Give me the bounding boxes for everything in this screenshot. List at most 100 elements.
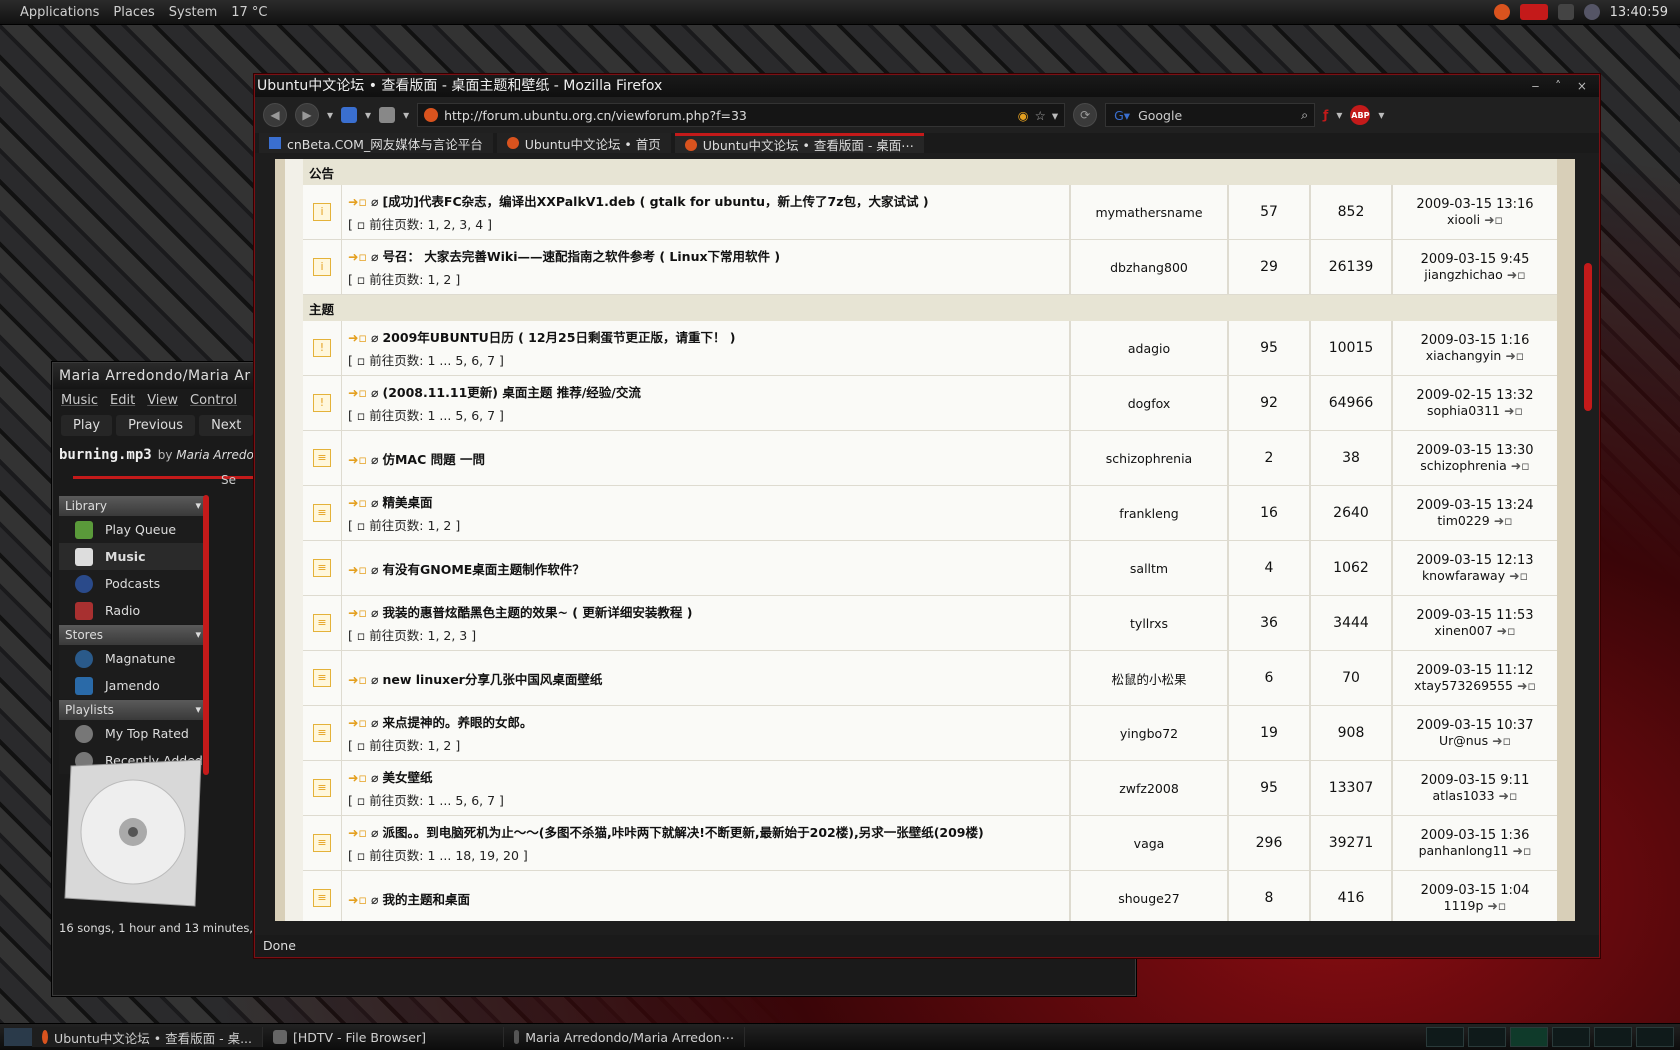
page-links[interactable]: 1 ... 18, 19, 20 — [428, 848, 519, 863]
screen-icon[interactable] — [1519, 4, 1548, 20]
last-post-user[interactable]: Ur@nus — [1439, 733, 1488, 748]
new-post-arrow-icon[interactable]: ➜▫ — [348, 825, 367, 840]
menu-edit[interactable]: Edit — [110, 393, 135, 408]
topic-author[interactable]: yingbo72 — [1069, 705, 1228, 761]
new-post-arrow-icon[interactable]: ➜▫ — [348, 385, 367, 400]
flash-icon[interactable]: ƒ — [1323, 108, 1328, 122]
source-music[interactable]: Music — [59, 543, 207, 570]
topic-author[interactable]: schizophrenia — [1069, 430, 1228, 486]
page-links[interactable]: 1 ... 5, 6, 7 — [428, 353, 496, 368]
power-icon[interactable] — [1583, 4, 1600, 20]
topic-title-link[interactable]: [成功]代表FC杂志，编译出XXPalkV1.deb ( gtalk for u… — [382, 194, 928, 209]
places-menu[interactable]: Places — [113, 5, 154, 20]
tab-ubuntu-home[interactable]: Ubuntu中文论坛 • 首页 — [496, 133, 671, 153]
firefox-launcher-icon[interactable] — [1493, 4, 1510, 20]
history-dropdown-icon[interactable]: ▾ — [327, 108, 333, 122]
last-post-user[interactable]: 1119p — [1444, 898, 1484, 913]
topic-title-link[interactable]: 2009年UBUNTU日历 ( 12月25日剩蛋节更正版，请重下！ ) — [382, 330, 735, 345]
new-post-arrow-icon[interactable]: ➜▫ — [348, 562, 367, 577]
source-jamendo[interactable]: Jamendo — [59, 672, 207, 699]
system-menu[interactable]: System — [169, 5, 217, 20]
adblock-icon[interactable]: ABP — [1350, 105, 1371, 125]
source-magnatune[interactable]: Magnatune — [59, 645, 207, 672]
tab-cnbeta[interactable]: cnBeta.COM_网友媒体与言论平台 — [259, 133, 493, 153]
topic-author[interactable]: adagio — [1069, 321, 1228, 376]
topic-author[interactable]: tyllrxs — [1069, 595, 1228, 651]
weather-applet[interactable]: 17 °C — [231, 5, 267, 20]
new-post-arrow-icon[interactable]: ➜▫ — [348, 452, 367, 467]
page-links[interactable]: 1 ... 5, 6, 7 — [428, 793, 496, 808]
page-links[interactable]: 1 ... 5, 6, 7 — [428, 408, 496, 423]
last-post-user[interactable]: atlas1033 — [1433, 788, 1495, 803]
topic-title-link[interactable]: 来点提神的。养眼的女郎。 — [382, 715, 532, 730]
last-post-user[interactable]: tim0229 — [1437, 513, 1489, 528]
topic-author[interactable]: zwfz2008 — [1069, 760, 1228, 816]
topic-title-link[interactable]: (2008.11.11更新) 桌面主题 推荐/经验/交流 — [382, 385, 640, 400]
topic-title-link[interactable]: 号召： 大家去完善Wiki——速配指南之软件参考 ( Linux下常用软件 ) — [382, 249, 780, 264]
menu-music[interactable]: Music — [61, 393, 98, 408]
last-post-user[interactable]: panhanlong11 — [1419, 843, 1509, 858]
flash-dropdown-icon[interactable]: ▾ — [1336, 108, 1342, 122]
new-post-arrow-icon[interactable]: ➜▫ — [348, 605, 367, 620]
topic-title-link[interactable]: 我装的惠普炫酷黑色主题的效果~ ( 更新详细安装教程 ) — [382, 605, 692, 620]
clock[interactable]: 13:40:59 — [1610, 5, 1668, 20]
window-controls[interactable]: ‒ ˄ × — [1532, 75, 1593, 97]
topic-title-link[interactable]: new linuxer分享几张中国风桌面壁纸 — [382, 672, 602, 687]
search-box[interactable]: G▾ Google ⌕ — [1105, 103, 1316, 127]
reload-icon[interactable]: ⟳ — [1073, 103, 1098, 127]
last-post-user[interactable]: xiooli — [1447, 212, 1480, 227]
menu-view[interactable]: View — [147, 393, 178, 408]
page-links[interactable]: 1, 2, 3 — [428, 628, 468, 643]
new-post-arrow-icon[interactable]: ➜▫ — [348, 715, 367, 730]
bookmark-dropdown-icon[interactable]: ▾ — [365, 108, 371, 122]
new-post-arrow-icon[interactable]: ➜▫ — [348, 672, 367, 687]
url-dropdown-icon[interactable]: ▾ — [1052, 108, 1064, 123]
goto-last-post-icon[interactable]: ➜▫ — [1507, 267, 1526, 282]
topic-author[interactable]: frankleng — [1069, 485, 1228, 541]
goto-last-post-icon[interactable]: ➜▫ — [1494, 513, 1513, 528]
goto-last-post-icon[interactable]: ➜▫ — [1512, 843, 1531, 858]
goto-last-post-icon[interactable]: ➜▫ — [1499, 788, 1518, 803]
workspace-switcher[interactable] — [1426, 1027, 1464, 1047]
new-post-arrow-icon[interactable]: ➜▫ — [348, 495, 367, 510]
next-button[interactable]: Next — [199, 414, 254, 436]
tab-ubuntu-forum[interactable]: Ubuntu中文论坛 • 查看版面 - 桌面⋯ — [674, 133, 924, 153]
task-file-browser[interactable]: [HDTV - File Browser] — [263, 1027, 504, 1047]
previous-button[interactable]: Previous — [116, 414, 196, 436]
topic-title-link[interactable]: 派图。。到电脑死机为止～～(多图不杀猫,咔咔两下就解决!不断更新,最新始于202… — [382, 825, 983, 840]
page-links[interactable]: 1, 2, 3, 4 — [428, 217, 484, 232]
topic-title-link[interactable]: 仿MAC 問題 一問 — [382, 452, 485, 467]
topic-author[interactable]: mymathersname — [1069, 185, 1228, 240]
last-post-user[interactable]: xtay573269555 — [1414, 678, 1513, 693]
goto-last-post-icon[interactable]: ➜▫ — [1517, 678, 1536, 693]
page-links[interactable]: 1, 2 — [428, 738, 452, 753]
rss-icon[interactable]: ◉ — [1018, 108, 1029, 123]
goto-last-post-icon[interactable]: ➜▫ — [1497, 623, 1516, 638]
last-post-user[interactable]: sophia0311 — [1427, 403, 1500, 418]
battery-icon[interactable] — [1557, 4, 1574, 20]
topic-author[interactable]: dbzhang800 — [1069, 239, 1228, 295]
stores-section[interactable]: Stores — [59, 625, 207, 645]
topic-author[interactable]: 松鼠的小松果 — [1069, 650, 1228, 706]
goto-last-post-icon[interactable]: ➜▫ — [1492, 733, 1511, 748]
page-scrollbar[interactable] — [1583, 159, 1593, 921]
last-post-user[interactable]: jiangzhichao — [1424, 267, 1503, 282]
applications-menu[interactable]: Applications — [20, 5, 99, 20]
last-post-user[interactable]: knowfaraway — [1422, 568, 1505, 583]
new-post-arrow-icon[interactable]: ➜▫ — [348, 330, 367, 345]
back-icon[interactable]: ◀ — [263, 103, 287, 127]
goto-last-post-icon[interactable]: ➜▫ — [1484, 212, 1503, 227]
topic-title-link[interactable]: 我的主题和桌面 — [382, 892, 470, 907]
source-podcasts[interactable]: Podcasts — [59, 570, 207, 597]
topic-title-link[interactable]: 美女壁纸 — [382, 770, 432, 785]
abp-dropdown-icon[interactable]: ▾ — [1378, 108, 1384, 122]
topic-title-link[interactable]: 有没有GNOME桌面主题制作软件？ — [382, 562, 584, 577]
source-play-queue[interactable]: Play Queue — [59, 516, 207, 543]
source-list-scrollbar[interactable] — [203, 495, 209, 775]
forward-icon[interactable]: ▶ — [295, 103, 319, 127]
task-firefox[interactable]: Ubuntu中文论坛 • 查看版面 - 桌... — [32, 1027, 263, 1047]
play-button[interactable]: Play — [61, 414, 113, 436]
page-links[interactable]: 1, 2 — [428, 272, 452, 287]
new-post-arrow-icon[interactable]: ➜▫ — [348, 194, 367, 209]
bookmark-star-icon[interactable] — [341, 107, 358, 123]
